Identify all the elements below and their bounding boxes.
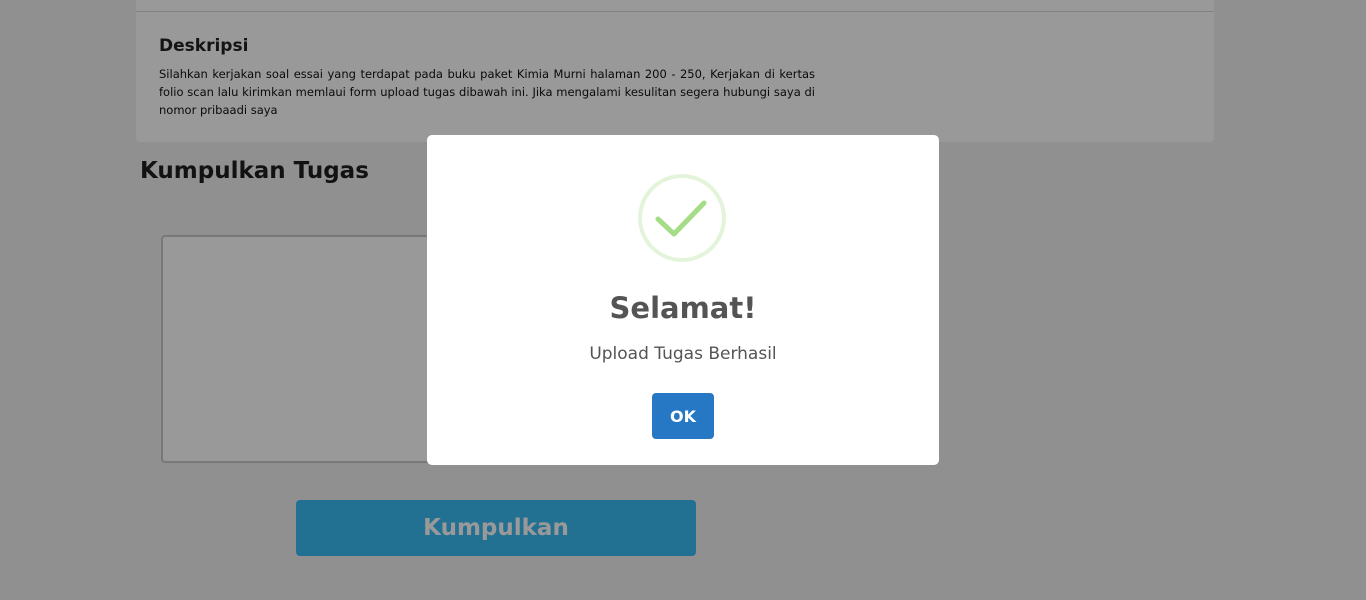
modal-message: Upload Tugas Berhasil: [589, 344, 777, 364]
page: Deskripsi Silahkan kerjakan soal essai y…: [0, 0, 1366, 600]
ok-button[interactable]: OK: [652, 393, 714, 439]
check-icon: [638, 174, 726, 262]
modal-title: Selamat!: [609, 291, 757, 325]
success-modal: Selamat! Upload Tugas Berhasil OK: [427, 135, 939, 465]
